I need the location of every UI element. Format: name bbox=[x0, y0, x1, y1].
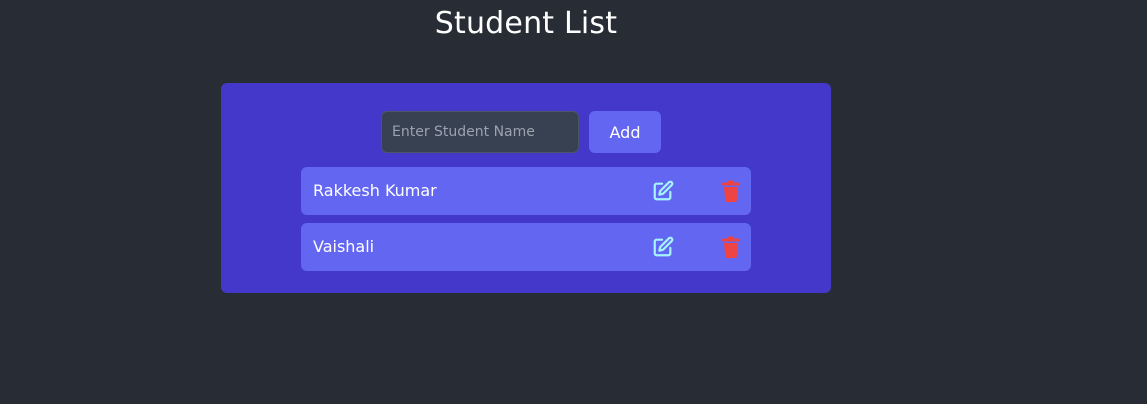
edit-icon[interactable] bbox=[651, 235, 675, 259]
student-name: Vaishali bbox=[313, 237, 375, 256]
trash-icon[interactable] bbox=[719, 179, 743, 203]
page-title: Student List bbox=[434, 6, 618, 41]
list-item: Vaishali bbox=[301, 223, 751, 271]
student-name-input[interactable] bbox=[381, 111, 579, 153]
trash-icon[interactable] bbox=[719, 235, 743, 259]
student-list: Rakkesh Kumar Vaishali bbox=[301, 167, 751, 279]
edit-icon[interactable] bbox=[651, 179, 675, 203]
student-name: Rakkesh Kumar bbox=[313, 181, 437, 200]
add-button[interactable]: Add bbox=[589, 111, 661, 153]
student-card: Add Rakkesh Kumar Vaishali bbox=[221, 83, 831, 293]
list-item: Rakkesh Kumar bbox=[301, 167, 751, 215]
